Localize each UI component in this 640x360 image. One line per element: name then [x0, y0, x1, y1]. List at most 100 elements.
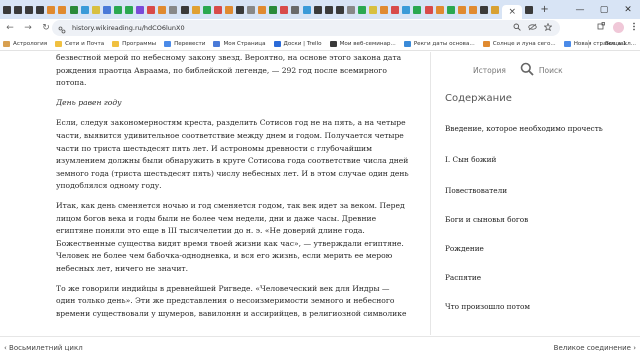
browser-tab-favicon[interactable] [224, 5, 233, 14]
search-icon [520, 62, 539, 78]
browser-tab-favicon[interactable] [247, 5, 256, 14]
toc-item[interactable]: I. Сын божий [445, 153, 625, 166]
article-paragraph: То же говорили индийцы в древнейшей Ригв… [56, 283, 407, 318]
close-window-button[interactable]: ✕ [616, 5, 640, 15]
sidebar: История Поиск Содержание Введение, котор… [430, 52, 640, 335]
browser-tab-favicon[interactable] [313, 5, 322, 14]
browser-tab-favicon[interactable] [369, 5, 378, 14]
browser-tab-favicon[interactable] [468, 5, 477, 14]
browser-tab-favicon[interactable] [525, 5, 534, 14]
browser-tab-favicon[interactable] [324, 5, 333, 14]
browser-tab-favicon[interactable] [402, 5, 411, 14]
browser-tab-favicon[interactable] [25, 5, 34, 14]
active-tab[interactable]: × [502, 5, 523, 19]
browser-tab-favicon[interactable] [191, 5, 200, 14]
bookmark-item[interactable]: Мои веб-семинар... [329, 40, 396, 47]
bookmark-label: Астрология [13, 40, 48, 47]
all-bookmarks-button[interactable]: Все закл... [588, 40, 636, 48]
browser-tab-favicon[interactable] [136, 5, 145, 14]
search-icon[interactable] [513, 23, 521, 33]
browser-tab-favicon[interactable] [269, 5, 278, 14]
folder-icon [595, 41, 602, 47]
next-chapter-link[interactable]: Великое соединение › [554, 344, 636, 352]
hide-icon[interactable] [528, 23, 537, 33]
browser-tab-favicon[interactable] [58, 5, 67, 14]
browser-tab-favicon[interactable] [80, 5, 89, 14]
minimize-button[interactable]: — [568, 5, 592, 15]
browser-tab-favicon[interactable] [3, 5, 11, 14]
browser-tab-favicon[interactable] [213, 5, 222, 14]
profile-avatar[interactable] [613, 22, 624, 33]
browser-tab-favicon[interactable] [202, 5, 211, 14]
bookmark-item[interactable]: Солнце и луна сего... [482, 40, 556, 47]
browser-tab-favicon[interactable] [235, 5, 244, 14]
bookmark-item[interactable]: Астрология [3, 40, 48, 47]
browser-tab-favicon[interactable] [258, 5, 267, 14]
all-bookmarks-label: Все закл... [605, 41, 636, 47]
browser-tab-favicon[interactable] [169, 5, 178, 14]
browser-tab-favicon[interactable] [346, 5, 355, 14]
browser-tab-favicon[interactable] [102, 5, 111, 14]
browser-tab-favicon[interactable] [36, 5, 45, 14]
bookmark-icon [403, 40, 411, 47]
toc-item[interactable]: Рождение [445, 242, 625, 255]
bookmark-item[interactable]: Программы [112, 40, 156, 47]
sidebar-search-button[interactable]: Поиск [520, 62, 563, 78]
extensions-icon[interactable] [597, 22, 605, 33]
browser-tab-favicon[interactable] [457, 5, 466, 14]
browser-tab-favicon[interactable] [302, 5, 311, 14]
browser-tab-favicon[interactable] [158, 5, 167, 14]
bookmark-item[interactable]: Моя Страница [213, 40, 266, 47]
maximize-button[interactable]: ▢ [592, 5, 616, 15]
browser-tab-favicon[interactable] [435, 5, 444, 14]
browser-tab-favicon[interactable] [391, 5, 400, 14]
toc-item[interactable]: Что произошло потом [445, 300, 625, 313]
toc-item[interactable]: Введение, которое необходимо прочесть [445, 122, 625, 135]
browser-tab-favicon[interactable] [125, 5, 134, 14]
browser-tab-favicon[interactable] [446, 5, 455, 14]
article-subheading: День равен году [56, 97, 122, 107]
browser-tab-favicon[interactable] [280, 5, 289, 14]
bookmark-star-icon[interactable] [543, 22, 553, 33]
bookmark-label: Солнце и луна сего... [492, 40, 556, 47]
back-button[interactable]: ← [2, 23, 18, 33]
browser-tab-favicon[interactable] [91, 5, 100, 14]
toc-item[interactable]: Боги и сыновья богов [445, 213, 625, 226]
bookmark-icon [329, 40, 337, 47]
browser-tab-favicon[interactable] [380, 5, 389, 14]
bookmark-item[interactable]: Перевести [164, 40, 206, 47]
bookmark-item[interactable]: Доски | Trello [273, 40, 322, 47]
browser-tab-favicon[interactable] [491, 5, 500, 14]
forward-button[interactable]: → [20, 23, 36, 33]
browser-tab-favicon[interactable] [180, 5, 189, 14]
new-tab-button[interactable]: + [540, 4, 548, 15]
article-paragraph: Если, следуя закономерностям креста, раз… [56, 118, 409, 191]
bookmark-item[interactable]: Рекги даты основа... [403, 40, 475, 47]
browser-tab-favicon[interactable] [47, 5, 56, 14]
toc-item[interactable]: Повествователи [445, 184, 625, 197]
browser-tab-favicon[interactable] [69, 5, 78, 14]
browser-tab-favicon[interactable] [147, 5, 156, 14]
bookmark-icon [164, 40, 172, 47]
browser-tab-favicon[interactable] [291, 5, 300, 14]
history-link[interactable]: История [473, 66, 506, 75]
browser-tab-favicon[interactable] [424, 5, 433, 14]
toc-item[interactable]: Распятие [445, 271, 625, 284]
browser-tab-favicon[interactable] [358, 5, 366, 14]
browser-tab-favicon[interactable] [413, 5, 422, 14]
bookmark-icon [563, 40, 571, 47]
bookmark-icon [3, 40, 10, 47]
bookmark-icon [213, 40, 221, 47]
browser-tab-favicon[interactable] [113, 5, 122, 14]
browser-toolbar: ← → ↻ history.wikireading.ru/hdCO6lunX0 [0, 19, 640, 37]
bookmark-item[interactable]: Сети и Почта [55, 40, 104, 47]
menu-icon[interactable] [632, 22, 636, 33]
previous-chapter-link[interactable]: ‹ Восьмилетний цикл [4, 344, 83, 352]
browser-tab-favicon[interactable] [335, 5, 344, 14]
article-paragraph: Итак, как день сменяется ночью и год сме… [56, 200, 405, 273]
browser-tab-favicon[interactable] [480, 5, 489, 14]
bookmark-label: Перевести [174, 40, 206, 47]
browser-tab-favicon[interactable] [14, 5, 23, 14]
site-info-icon[interactable] [58, 19, 66, 38]
address-bar[interactable]: history.wikireading.ru/hdCO6lunX0 [52, 20, 560, 36]
